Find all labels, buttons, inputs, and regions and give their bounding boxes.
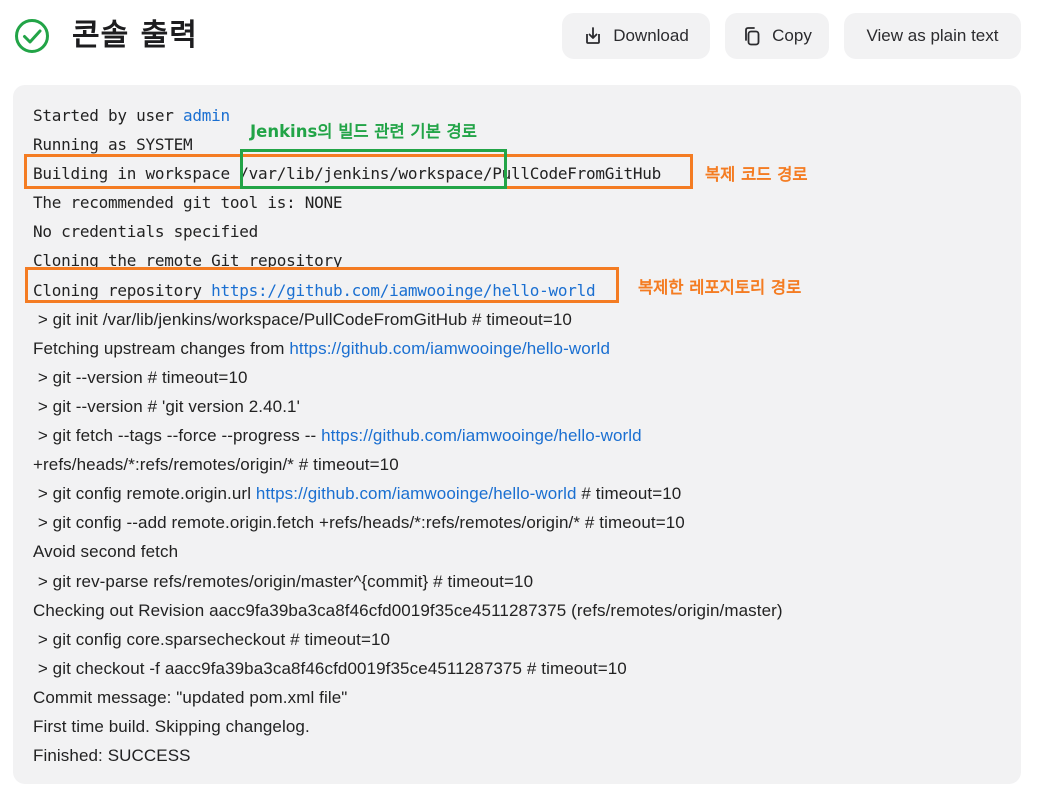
download-label: Download xyxy=(613,26,689,45)
log-text: Avoid second fetch xyxy=(33,542,179,562)
log-text: Checking out Revision aacc9fa39ba3ca8f46… xyxy=(33,600,783,620)
user-link[interactable]: admin xyxy=(183,106,230,125)
console-log: Started by user admin Running as SYSTEM … xyxy=(33,101,783,770)
log-text: Cloning the remote Git repository xyxy=(33,251,343,271)
log-text: +refs/heads/*:refs/remotes/origin/* # ti… xyxy=(33,455,399,475)
log-line: First time build. Skipping changelog. xyxy=(33,712,783,741)
log-text: > git config core.sparsecheckout # timeo… xyxy=(33,629,391,649)
copy-label: Copy xyxy=(772,26,812,45)
log-line: > git rev-parse refs/remotes/origin/mast… xyxy=(33,567,783,596)
log-line: No credentials specified xyxy=(33,217,783,246)
repository-link[interactable]: https://github.com/iamwooinge/hello-worl… xyxy=(256,484,577,503)
log-text: Commit message: "updated pom.xml file" xyxy=(33,687,348,707)
log-line: Finished: SUCCESS xyxy=(33,741,783,770)
repository-link[interactable]: https://github.com/iamwooinge/hello-worl… xyxy=(211,281,596,300)
log-line: Cloning the remote Git repository xyxy=(33,246,783,275)
view-plain-text-label: View as plain text xyxy=(866,26,999,45)
log-line: > git config --add remote.origin.fetch +… xyxy=(33,508,783,537)
log-text: Fetching upstream changes from xyxy=(33,338,290,358)
log-text: Running as SYSTEM xyxy=(33,135,193,155)
copy-button[interactable]: Copy xyxy=(725,13,829,59)
log-text: No credentials specified xyxy=(33,222,258,242)
log-text: The recommended git tool is: NONE xyxy=(33,193,343,213)
log-line: > git --version # 'git version 2.40.1' xyxy=(33,392,783,421)
console-output-header: 콘솔 출력 Download Copy View as plain text xyxy=(0,0,1041,76)
log-line: Commit message: "updated pom.xml file" xyxy=(33,683,783,712)
jenkins-base-path-note: Jenkins의 빌드 관련 기본 경로 xyxy=(250,122,477,141)
log-line: Building in workspace /var/lib/jenkins/w… xyxy=(33,159,783,188)
log-text: Started by user xyxy=(33,106,183,125)
log-line: > git config remote.origin.url https://g… xyxy=(33,479,783,508)
log-text: > git init /var/lib/jenkins/workspace/Pu… xyxy=(33,309,572,329)
download-icon xyxy=(586,27,601,44)
log-text: > git --version # 'git version 2.40.1' xyxy=(33,396,300,416)
log-line: > git init /var/lib/jenkins/workspace/Pu… xyxy=(33,305,783,334)
success-check-icon xyxy=(15,19,49,53)
log-text: > git fetch --tags --force --progress -- xyxy=(33,426,322,446)
code-path-note: 복제 코드 경로 xyxy=(705,165,808,184)
log-line: Fetching upstream changes from https://g… xyxy=(33,334,783,363)
log-text: > git rev-parse refs/remotes/origin/mast… xyxy=(33,571,534,591)
copy-icon xyxy=(745,27,760,46)
repository-link[interactable]: https://github.com/iamwooinge/hello-worl… xyxy=(321,426,642,445)
log-text: Cloning repository xyxy=(33,280,212,300)
download-button[interactable]: Download xyxy=(562,13,710,59)
log-line: The recommended git tool is: NONE xyxy=(33,188,783,217)
log-line: Checking out Revision aacc9fa39ba3ca8f46… xyxy=(33,596,783,625)
workspace-job-name: PullCodeFromGitHub xyxy=(492,164,661,184)
log-line: > git --version # timeout=10 xyxy=(33,363,783,392)
log-text: # timeout=10 xyxy=(576,484,682,504)
log-text: > git config --add remote.origin.fetch +… xyxy=(33,513,685,533)
repository-link[interactable]: https://github.com/iamwooinge/hello-worl… xyxy=(289,339,610,358)
log-line: Avoid second fetch xyxy=(33,537,783,566)
page-title: 콘솔 출력 xyxy=(72,18,198,53)
view-plain-text-button[interactable]: View as plain text xyxy=(844,13,1021,59)
log-line: > git fetch --tags --force --progress --… xyxy=(33,421,783,450)
log-text: Building in workspace xyxy=(33,164,240,184)
log-text: > git --version # timeout=10 xyxy=(33,367,248,387)
log-text: First time build. Skipping changelog. xyxy=(33,716,310,736)
log-text: Finished: SUCCESS xyxy=(33,746,191,766)
log-text: > git checkout -f aacc9fa39ba3ca8f46cfd0… xyxy=(33,658,627,678)
workspace-base-path: /var/lib/jenkins/workspace/ xyxy=(239,164,493,184)
log-line: +refs/heads/*:refs/remotes/origin/* # ti… xyxy=(33,450,783,479)
console-output-panel: Started by user admin Running as SYSTEM … xyxy=(13,85,1021,784)
log-line: > git config core.sparsecheckout # timeo… xyxy=(33,625,783,654)
repository-path-note: 복제한 레포지토리 경로 xyxy=(638,278,802,297)
log-text: > git config remote.origin.url xyxy=(33,484,256,504)
log-line: > git checkout -f aacc9fa39ba3ca8f46cfd0… xyxy=(33,654,783,683)
